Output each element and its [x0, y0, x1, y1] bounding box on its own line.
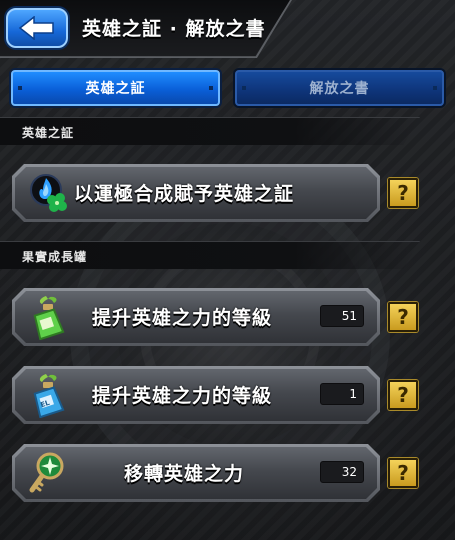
row-label: 提升英雄之力的等級: [92, 307, 273, 329]
tab-liberation-book[interactable]: 解放之書: [235, 70, 444, 106]
back-button[interactable]: [6, 8, 68, 48]
tab-hero-proof[interactable]: 英雄之証: [11, 70, 220, 106]
menu-row-transfer-power[interactable]: 移轉英雄之力 32: [12, 444, 380, 502]
section-title: 果實成長罐: [22, 250, 88, 264]
section-header-hero-proof: 英雄之証: [0, 117, 420, 145]
item-count: 32: [320, 461, 364, 483]
row-label: 移轉英雄之力: [124, 463, 245, 485]
green-key-icon: [29, 452, 64, 493]
tab-rivet: [209, 86, 213, 90]
row-label: 以運極合成賦予英雄之証: [74, 183, 295, 205]
help-button[interactable]: ?: [388, 458, 418, 488]
section-title: 英雄之証: [22, 126, 75, 140]
menu-row-grant-hero-proof[interactable]: 以運極合成賦予英雄之証: [12, 164, 380, 222]
item-count: 51: [320, 305, 364, 327]
help-button[interactable]: ?: [388, 302, 418, 332]
menu-row-raise-power-green[interactable]: 提升英雄之力的等級 51: [12, 288, 380, 346]
tab-label: 英雄之証: [85, 81, 146, 97]
item-count: 1: [320, 383, 364, 405]
tab-rivet: [242, 86, 246, 90]
hero-flame-clover-icon: [30, 174, 67, 212]
help-button[interactable]: ?: [388, 380, 418, 410]
menu-row-raise-power-blue[interactable]: EL 提升英雄之力的等級 1: [12, 366, 380, 424]
tab-rivet: [433, 86, 437, 90]
back-arrow-icon: [18, 16, 54, 40]
row-label: 提升英雄之力的等級: [92, 385, 273, 407]
page-title: 英雄之証 · 解放之書: [82, 18, 266, 40]
section-header-fruit-jar: 果實成長罐: [0, 241, 420, 269]
blue-el-bottle-icon: EL: [33, 374, 65, 418]
tab-label: 解放之書: [309, 81, 370, 97]
tab-rivet: [18, 86, 22, 90]
help-button[interactable]: ?: [388, 178, 418, 208]
green-bottle-icon: [33, 296, 65, 340]
